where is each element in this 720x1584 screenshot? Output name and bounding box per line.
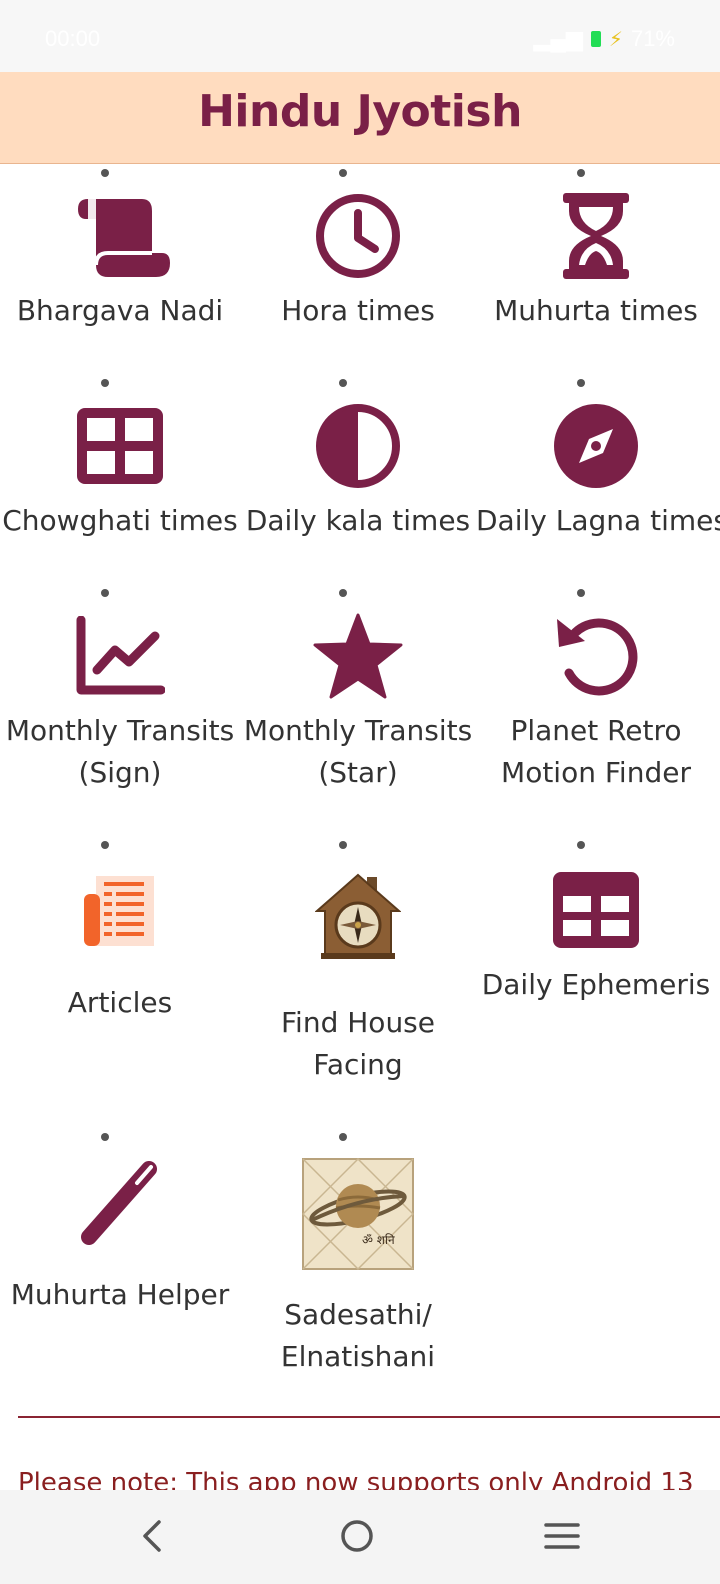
tile-label: Monthly Transits (5, 714, 235, 747)
hourglass-icon (476, 186, 716, 286)
tile-monthly-transits-star[interactable]: Monthly Transits (Star) (238, 584, 478, 804)
system-nav-bar (0, 1490, 720, 1584)
list-bullet (339, 169, 347, 177)
tile-daily-kala-times[interactable]: Daily kala times (238, 374, 478, 574)
tile-monthly-transits-sign[interactable]: Monthly Transits (Sign) (0, 584, 240, 804)
tile-bhargava-nadi[interactable]: Bhargava Nadi (0, 164, 240, 364)
tile-label: Muhurta times (494, 294, 698, 327)
undo-icon (476, 606, 716, 706)
saturn-chart-icon: ॐ शनि (238, 1156, 478, 1272)
tile-planet-retro-motion-finder[interactable]: Planet Retro Motion Finder (476, 584, 716, 804)
back-icon (143, 1520, 161, 1552)
list-bullet (577, 169, 585, 177)
tile-daily-lagna-times[interactable]: Daily Lagna times (476, 374, 720, 574)
battery-icon (590, 31, 601, 47)
list-bullet (101, 1133, 109, 1141)
tile-chowghati-times[interactable]: Chowghati times (0, 374, 240, 574)
tile-label: Bhargava Nadi (16, 294, 224, 327)
list-bullet (339, 589, 347, 597)
scroll-icon (0, 186, 240, 286)
status-time: 00:00 (45, 26, 101, 51)
tile-daily-ephemeris[interactable]: Daily Ephemeris (476, 836, 716, 1096)
list-bullet (577, 379, 585, 387)
home-icon (341, 1520, 373, 1552)
tile-muhurta-helper[interactable]: Muhurta Helper (0, 1128, 240, 1388)
tile-label-line2: Facing (313, 1048, 403, 1081)
newspaper-icon (0, 862, 240, 962)
tile-label: Daily Ephemeris (481, 968, 711, 1001)
tile-sadesathi-elnatishani[interactable]: ॐ शनि Sadesathi/ Elnatishani (238, 1128, 478, 1388)
tile-label: Articles (67, 986, 173, 1019)
tile-find-house-facing[interactable]: Find House Facing (238, 836, 478, 1096)
app-header: Hindu Jyotish (0, 72, 720, 164)
charging-icon: ⚡ (608, 28, 623, 51)
tile-label: Hora times (281, 294, 435, 327)
tile-label-line2: (Star) (318, 756, 398, 789)
tile-label: Chowghati times (2, 504, 238, 537)
tile-label-line2: Elnatishani (280, 1340, 436, 1373)
tile-label: Sadesathi/ (284, 1298, 432, 1331)
tile-label: Muhurta Helper (10, 1278, 230, 1311)
app-title: Hindu Jyotish (198, 86, 522, 137)
signal-icon: ▂▄▆ (533, 26, 583, 51)
tile-label: Monthly Transits (243, 714, 473, 747)
list-bullet (339, 1133, 347, 1141)
tile-label: Find House (280, 1006, 435, 1039)
list-bullet (339, 379, 347, 387)
list-bullet (339, 841, 347, 849)
divider (18, 1416, 720, 1418)
list-bullet (577, 841, 585, 849)
house-compass-icon (238, 866, 478, 966)
status-icons: ▂▄▆ ⚡ 71% (533, 26, 675, 52)
line-chart-icon (0, 606, 240, 706)
tile-articles[interactable]: Articles (0, 836, 240, 1096)
tile-muhurta-times[interactable]: Muhurta times (476, 164, 716, 364)
list-bullet (101, 589, 109, 597)
list-bullet (101, 379, 109, 387)
magic-wand-icon (0, 1152, 240, 1252)
compass-icon (476, 396, 716, 496)
grid-table-icon (0, 396, 240, 496)
clock-icon (238, 186, 478, 286)
home-button[interactable] (327, 1508, 387, 1564)
half-circle-icon (238, 396, 478, 496)
menu-icon (544, 1523, 580, 1549)
table-icon (476, 860, 716, 960)
star-icon (238, 606, 478, 706)
list-bullet (101, 841, 109, 849)
tile-hora-times[interactable]: Hora times (238, 164, 478, 364)
tile-label: Daily kala times (245, 504, 471, 537)
list-bullet (577, 589, 585, 597)
saturn-image-text: ॐ शनि (362, 1233, 395, 1247)
back-button[interactable] (122, 1508, 182, 1564)
tile-label-line2: Motion Finder (501, 756, 691, 789)
tile-label-line2: (Sign) (78, 756, 162, 789)
tile-label: Planet Retro (510, 714, 682, 747)
tile-label: Daily Lagna times (476, 504, 720, 537)
battery-percent: 71% (630, 26, 675, 51)
recents-button[interactable] (532, 1508, 592, 1564)
list-bullet (101, 169, 109, 177)
status-bar: 00:00 ▂▄▆ ⚡ 71% (0, 0, 720, 72)
